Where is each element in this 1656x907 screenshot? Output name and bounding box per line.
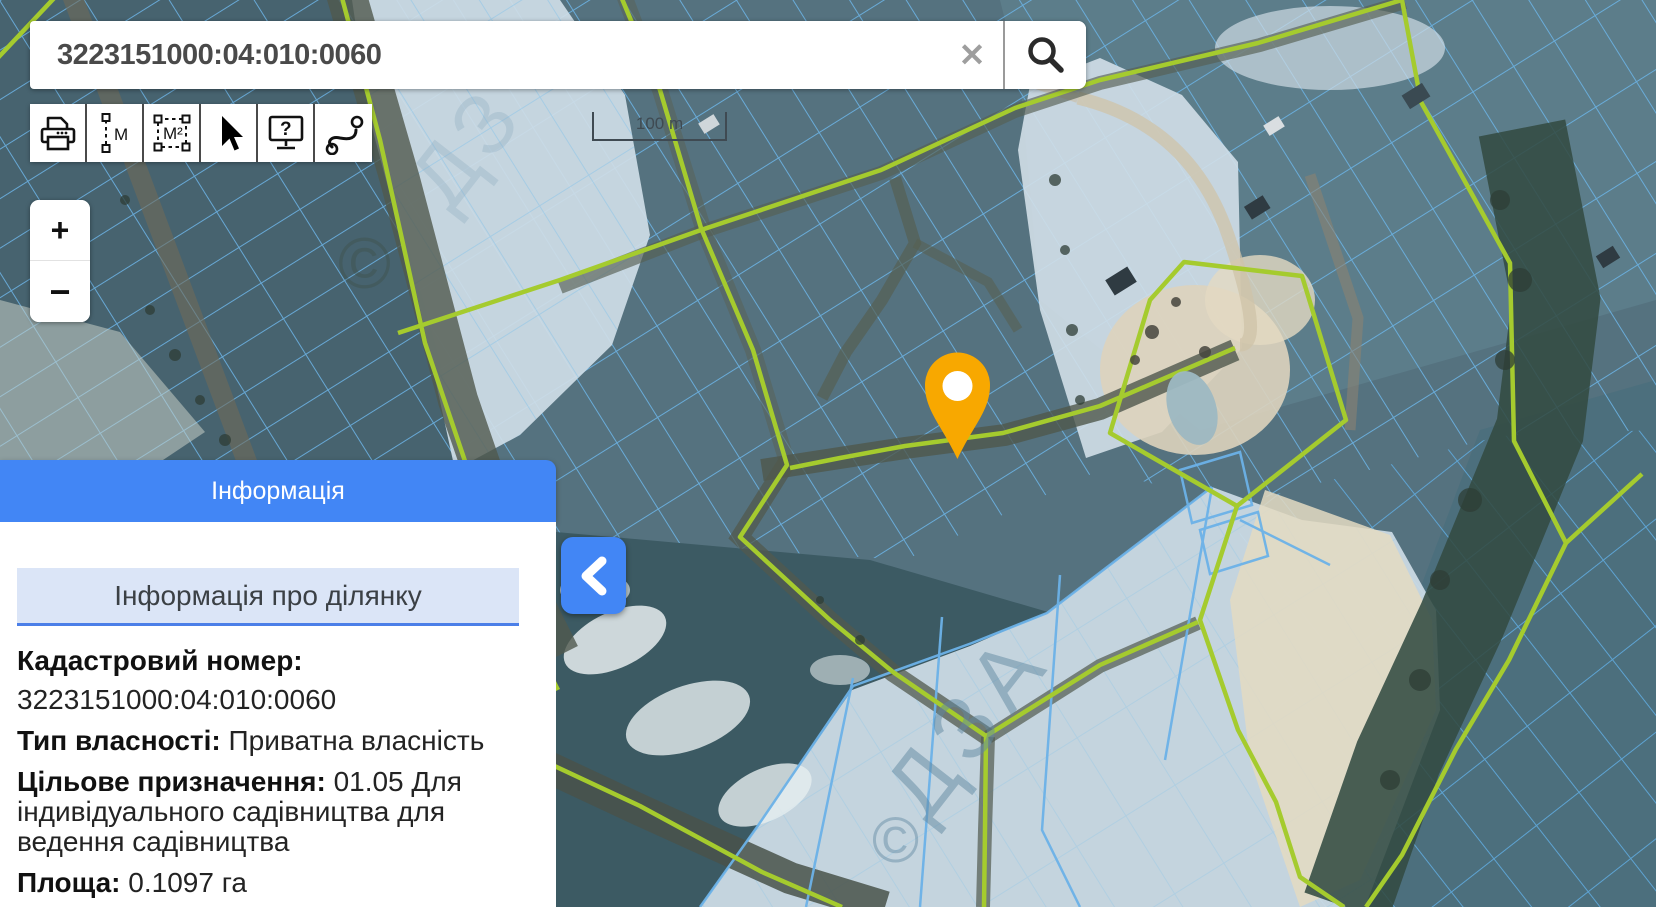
zoom-in-button[interactable]: + — [30, 200, 90, 261]
help-identify-button[interactable]: ? — [258, 104, 315, 162]
info-panel-body: Інформація про ділянку Кадастровий номер… — [0, 522, 556, 907]
measure-distance-button[interactable]: M — [87, 104, 144, 162]
map-toolbar: M M² ? — [30, 104, 372, 162]
measure-area-button[interactable]: M² — [144, 104, 201, 162]
clear-search-icon[interactable]: ✕ — [941, 21, 1003, 89]
cadastral-map-app: © ДЗ ДЗА © ✕ — [0, 0, 1656, 907]
search-input[interactable] — [30, 21, 941, 89]
field-designated-purpose: Цільове призначення: 01.05 Для індивідуа… — [17, 767, 516, 857]
zoom-out-button[interactable]: − — [30, 261, 90, 322]
info-panel: Інформація Інформація про ділянку Кадаст… — [0, 460, 556, 907]
field-label: Площа: — [17, 867, 121, 898]
field-area: Площа: 0.1097 га — [17, 868, 516, 898]
field-cadastral-number: Кадастровий номер: 3223151000:04:010:006… — [17, 646, 516, 715]
collapse-panel-button[interactable] — [561, 537, 626, 614]
scale-bar-label: 100 m — [636, 114, 683, 134]
field-value: Приватна власність — [229, 725, 485, 756]
svg-text:M²: M² — [163, 124, 183, 143]
monitor-question-icon: ? — [263, 111, 309, 155]
field-label: Цільове призначення: — [17, 766, 326, 797]
section-title: Інформація про ділянку — [17, 568, 519, 626]
measure-area-icon: M² — [149, 110, 195, 156]
field-value: 3223151000:04:010:0060 — [17, 685, 516, 715]
watermark-copyright-icon: © — [338, 224, 391, 304]
field-value: 0.1097 га — [128, 867, 247, 898]
route-icon — [322, 111, 366, 155]
measure-distance-icon: M — [94, 110, 136, 156]
cursor-icon — [208, 112, 250, 154]
chevron-left-icon — [577, 554, 611, 598]
scale-bar: 100 m — [592, 112, 727, 141]
printer-icon — [37, 112, 79, 154]
svg-text:?: ? — [280, 119, 292, 140]
select-pointer-button[interactable] — [201, 104, 258, 162]
field-label: Тип власності: — [17, 725, 221, 756]
parcel-fields: Кадастровий номер: 3223151000:04:010:006… — [17, 646, 516, 898]
route-button[interactable] — [315, 104, 372, 162]
search-button[interactable] — [1005, 21, 1086, 89]
zoom-controls: + − — [30, 200, 90, 322]
watermark-copyright2-icon: © — [872, 804, 919, 876]
search-bar: ✕ — [30, 21, 1086, 89]
svg-text:M: M — [114, 125, 128, 144]
search-icon — [1024, 33, 1068, 77]
field-ownership-type: Тип власності: Приватна власність — [17, 726, 516, 756]
field-label: Кадастровий номер: — [17, 646, 516, 676]
info-panel-header: Інформація — [0, 460, 556, 522]
print-button[interactable] — [30, 104, 87, 162]
